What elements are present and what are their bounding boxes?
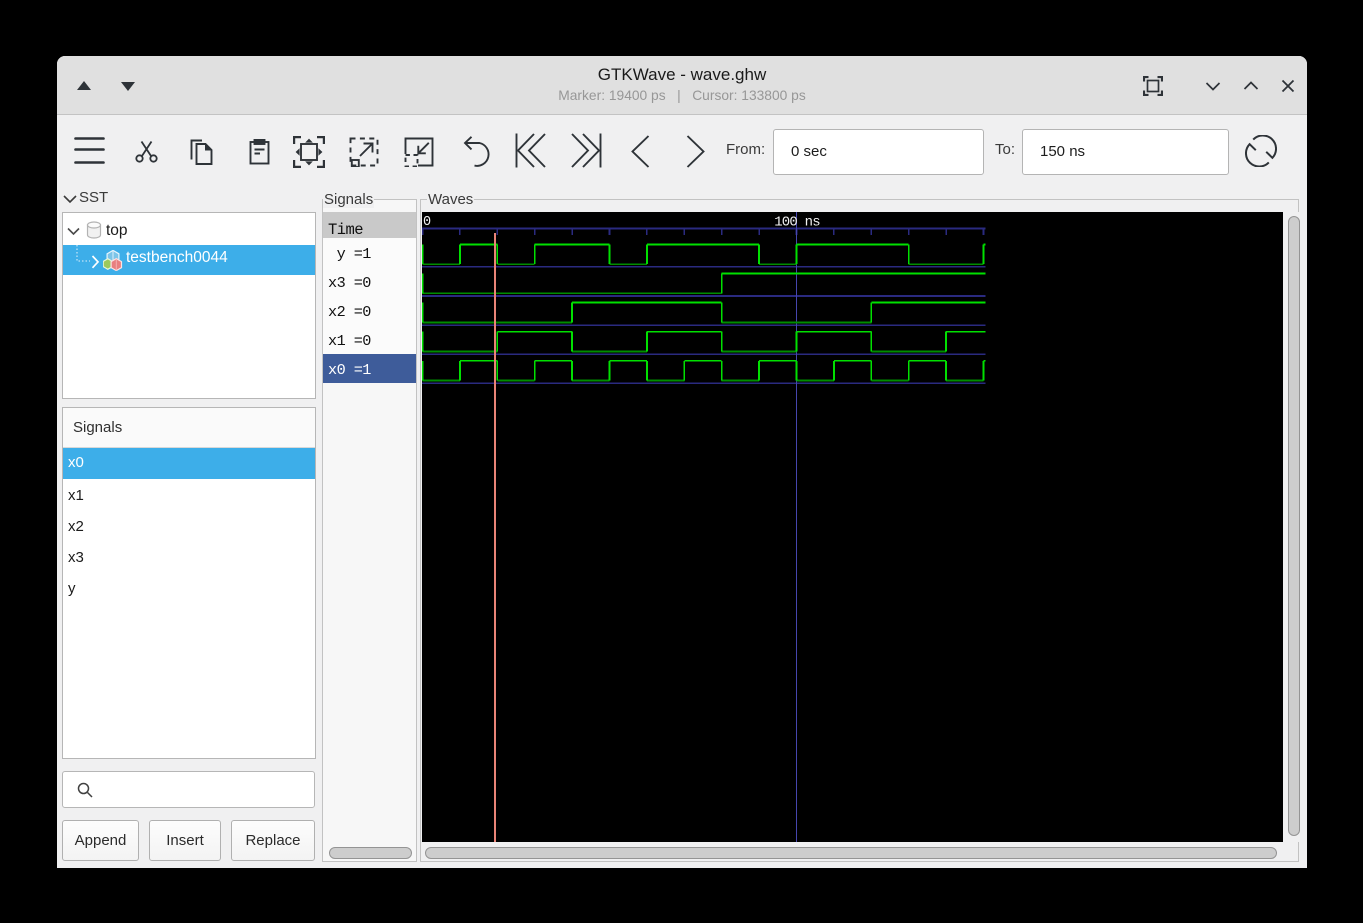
svg-text:0: 0 <box>423 215 431 230</box>
svg-text:100 ns: 100 ns <box>774 215 820 231</box>
